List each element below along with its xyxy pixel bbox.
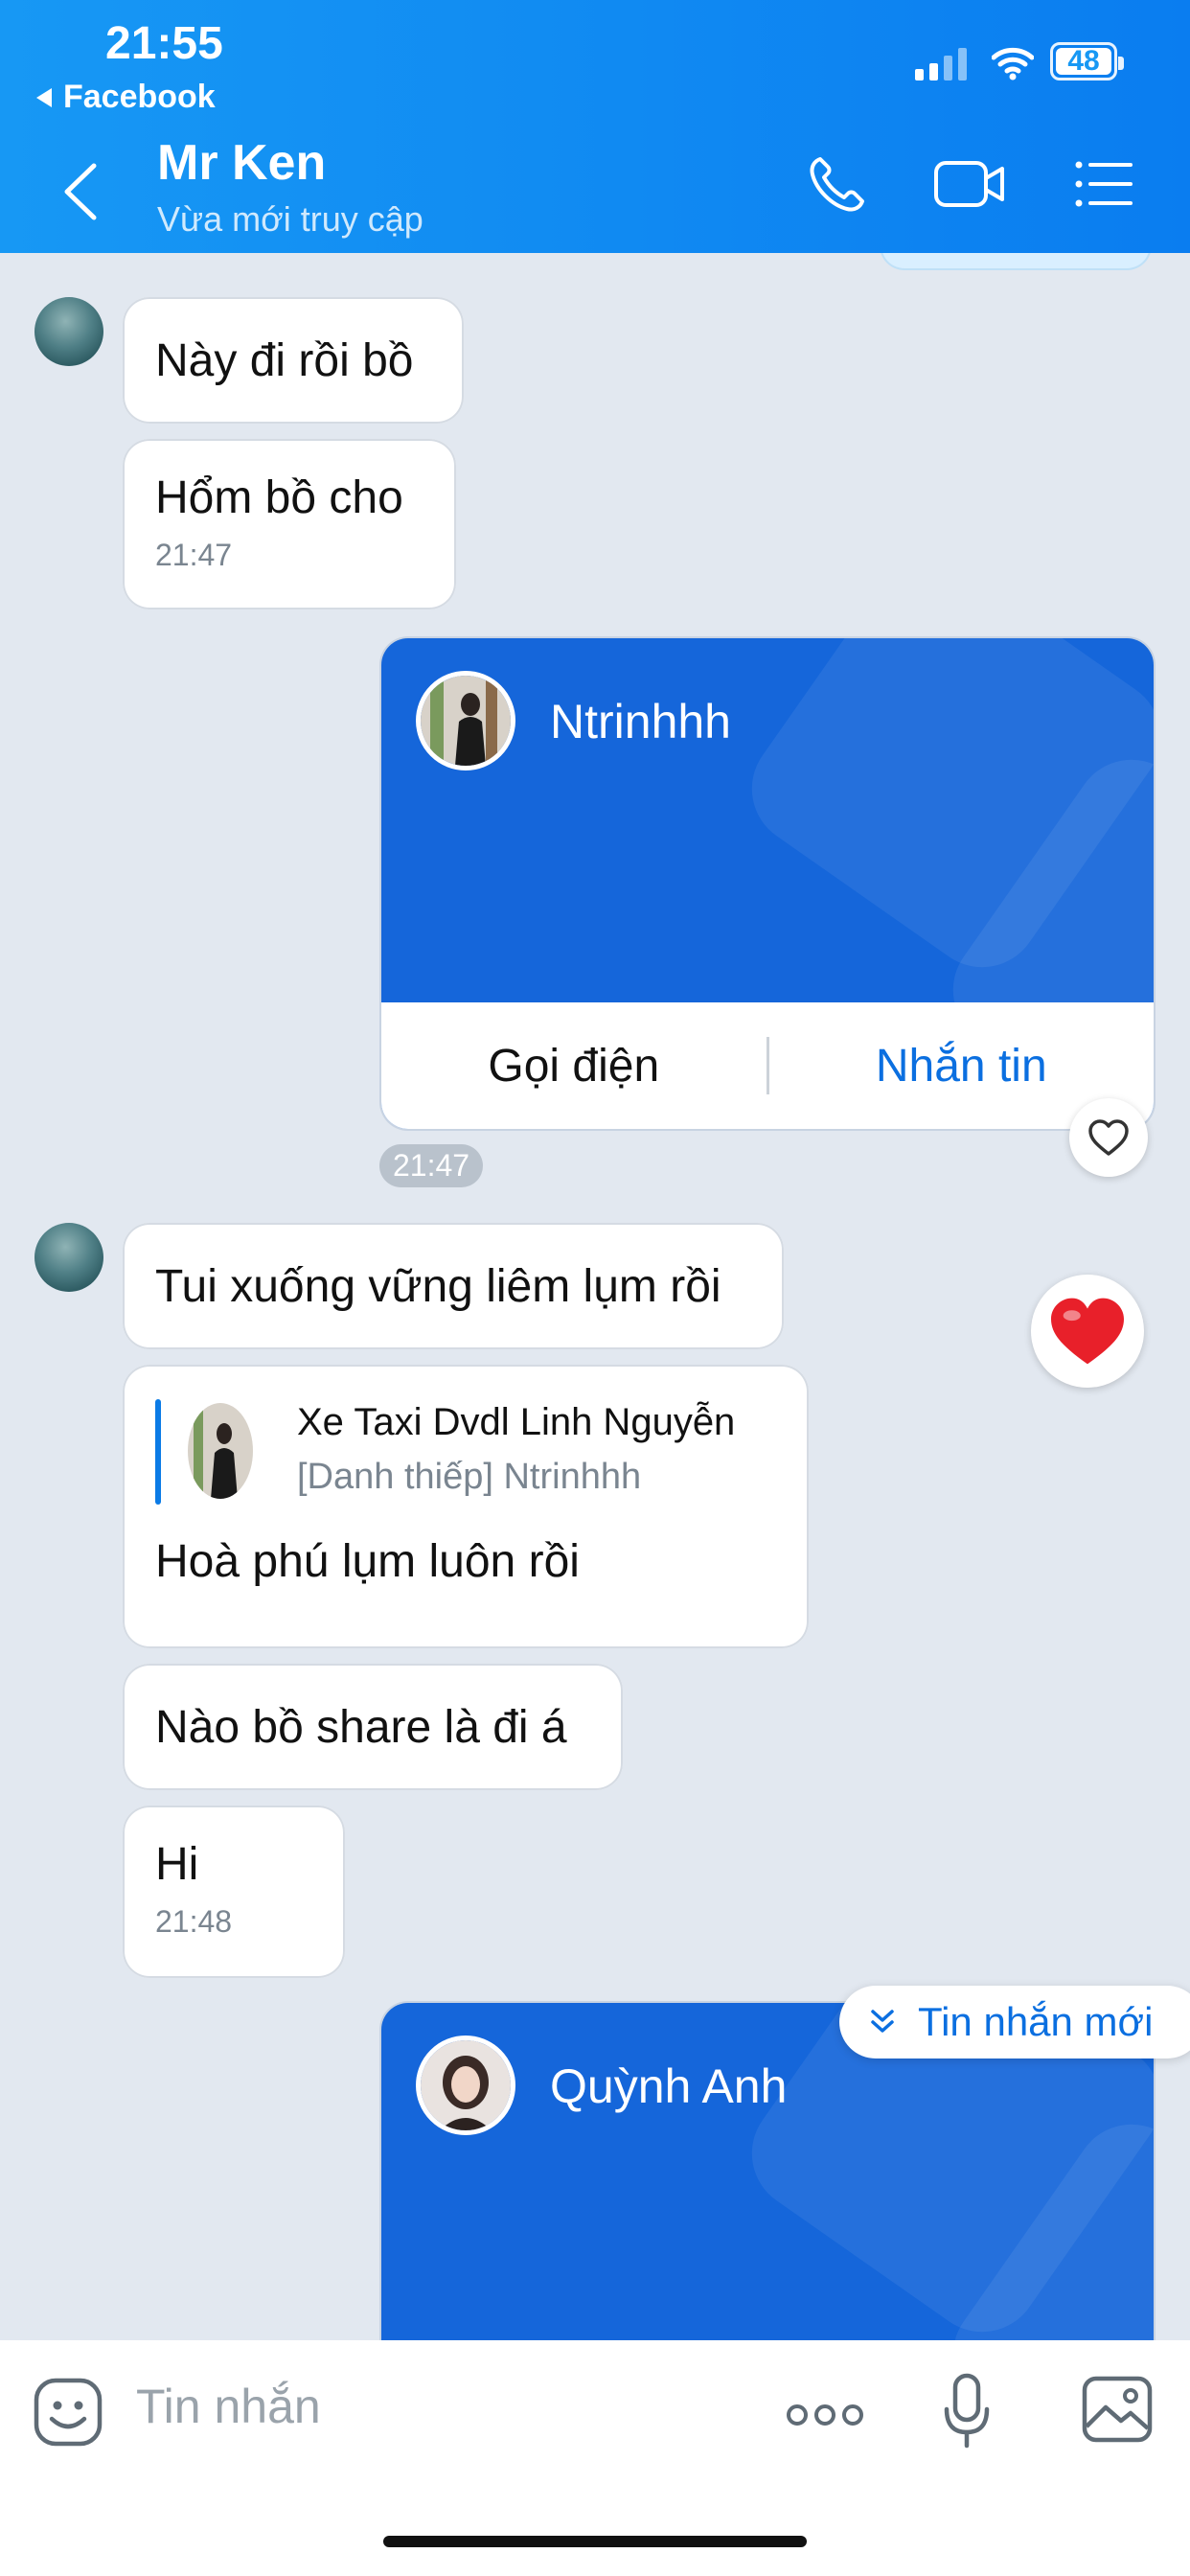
signal-icon — [915, 48, 967, 80]
back-icon[interactable] — [57, 158, 103, 225]
back-arrow-icon — [36, 87, 52, 107]
message-time: 21:48 — [155, 1904, 233, 1939]
double-chevron-down-icon — [871, 2010, 894, 2033]
message-bubble[interactable]: Hi 21:48 — [123, 1806, 345, 1978]
message-bubble[interactable]: Này đi rồi bồ — [123, 297, 464, 424]
quote-title: Xe Taxi Dvdl Linh Nguyễn — [297, 1401, 736, 1443]
contact-status: Vừa mới truy cập — [157, 199, 423, 239]
card-avatar[interactable] — [416, 671, 515, 770]
more-options-icon[interactable] — [786, 2402, 864, 2428]
message-bubble[interactable]: Xe Taxi Dvdl Linh Nguyễn [Danh thiếp] Nt… — [123, 1365, 809, 1648]
quote-bar — [155, 1399, 161, 1505]
chat-header: 21:55 Facebook 48 Mr Ken Vừa mới truy cậ… — [0, 0, 1190, 253]
card-avatar[interactable] — [416, 2036, 515, 2135]
sticker-icon[interactable] — [33, 2377, 103, 2448]
card-contact-name: Quỳnh Anh — [550, 2059, 788, 2113]
phone-icon[interactable] — [807, 153, 868, 215]
video-call-icon[interactable] — [933, 153, 1006, 215]
back-app-label: Facebook — [63, 79, 216, 115]
message-text: Hổm bồ cho — [155, 472, 403, 523]
message-bubble[interactable]: Hổm bồ cho 21:47 — [123, 439, 456, 610]
card-actions: Gọi điện Nhắn tin — [381, 1002, 1154, 1129]
home-indicator — [383, 2536, 807, 2547]
reaction-button[interactable] — [1069, 1098, 1148, 1177]
image-picker-icon[interactable] — [1081, 2375, 1154, 2444]
composer-bar: Tin nhắn — [0, 2340, 1190, 2576]
contact-name[interactable]: Mr Ken — [157, 134, 326, 192]
message-bubble[interactable]: Tui xuống vững liêm lụm rồi — [123, 1223, 784, 1349]
menu-icon[interactable] — [1073, 153, 1134, 215]
message-text: Tui xuống vững liêm lụm rồi — [155, 1260, 721, 1312]
message-time: 21:47 — [155, 538, 233, 572]
battery-icon: 48 — [1050, 42, 1124, 80]
card-contact-name: Ntrinhhh — [550, 695, 731, 748]
message-text: Hoà phú lụm luôn rồi — [155, 1536, 580, 1587]
heart-icon — [1051, 1298, 1124, 1365]
message-bubble[interactable]: Nào bồ share là đi á — [123, 1664, 623, 1790]
quote-subtitle: [Danh thiếp] Ntrinhhh — [297, 1457, 642, 1497]
microphone-icon[interactable] — [943, 2373, 991, 2450]
wifi-icon — [992, 47, 1034, 80]
call-button[interactable]: Gọi điện — [381, 1002, 767, 1129]
battery-level: 48 — [1056, 45, 1111, 77]
new-messages-label: Tin nhắn mới — [918, 1999, 1154, 2044]
partial-message — [881, 253, 1150, 268]
back-to-app[interactable]: Facebook — [36, 79, 216, 116]
new-messages-button[interactable]: Tin nhắn mới — [839, 1986, 1190, 2058]
message-input[interactable]: Tin nhắn — [136, 2379, 321, 2434]
quote-thumbnail — [188, 1403, 253, 1499]
avatar[interactable] — [34, 297, 103, 366]
message-time: 21:47 — [379, 1144, 484, 1187]
message-text: Nào bồ share là đi á — [155, 1701, 567, 1753]
status-time: 21:55 — [105, 18, 223, 69]
avatar[interactable] — [34, 1223, 103, 1292]
reaction-badge[interactable] — [1031, 1275, 1144, 1388]
heart-outline-icon — [1088, 1119, 1129, 1156]
message-text: Hi — [155, 1839, 199, 1890]
message-text: Này đi rồi bồ — [155, 334, 414, 386]
contact-card[interactable]: Ntrinhhh Gọi điện Nhắn tin — [381, 638, 1154, 1129]
